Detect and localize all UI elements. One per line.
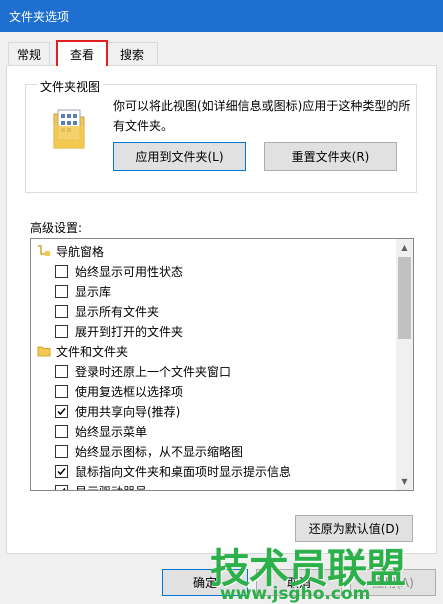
settings-option[interactable]: 使用复选框以选择项 (31, 381, 397, 401)
settings-row-label: 导航窗格 (56, 244, 105, 259)
settings-row-label: 始终显示可用性状态 (75, 264, 184, 279)
settings-category: 导航窗格 (31, 241, 397, 261)
apply-button[interactable]: 应用(A) (350, 569, 436, 596)
cancel-button[interactable]: 取消 (256, 569, 342, 596)
settings-row-label: 使用共享向导(推荐) (75, 404, 181, 419)
settings-option[interactable]: 展开到打开的文件夹 (31, 321, 397, 341)
settings-category: 文件和文件夹 (31, 341, 397, 361)
checkbox[interactable] (55, 384, 68, 398)
settings-option[interactable]: 显示所有文件夹 (31, 301, 397, 321)
settings-option[interactable]: 登录时还原上一个文件夹窗口 (31, 361, 397, 381)
checkbox[interactable] (55, 484, 68, 490)
apply-to-folders-button[interactable]: 应用到文件夹(L) (113, 142, 246, 171)
checkmark-icon (57, 407, 66, 415)
settings-row-label: 始终显示菜单 (75, 424, 148, 439)
settings-option[interactable]: 鼠标指向文件夹和桌面项时显示提示信息 (31, 461, 397, 481)
tab-strip: 常规 查看 搜索 (0, 40, 443, 66)
tab-general[interactable]: 常规 (8, 42, 50, 65)
settings-row-label: 显示驱动器号 (75, 483, 147, 491)
checkbox[interactable] (55, 464, 68, 478)
advanced-settings-list: 导航窗格始终显示可用性状态 显示库显示所有文件夹展开到打开的文件夹文件和文件夹登录… (31, 239, 397, 490)
checkmark-icon (62, 487, 66, 490)
checkbox[interactable] (55, 424, 68, 438)
settings-row-label: 文件和文件夹 (56, 344, 129, 359)
settings-option[interactable]: 始终显示可用性状态 (31, 261, 397, 281)
restore-defaults-button[interactable]: 还原为默认值(D) (295, 515, 413, 542)
checkbox[interactable] (55, 404, 68, 418)
settings-row-label: 显示所有文件夹 (75, 304, 160, 319)
navigation-pane-icon (38, 245, 50, 256)
settings-row-label: 显示库 (75, 284, 112, 299)
settings-row-label: 鼠标指向文件夹和桌面项时显示提示信息 (75, 464, 292, 479)
folder-options-dialog: 文件夹选项 常规 查看 搜索 文件夹视图 你可以将此视图(如详细信息或图标)应用… (0, 0, 443, 604)
checkmark-icon (57, 467, 66, 475)
vertical-scrollbar[interactable]: ▲ ▼ (396, 239, 413, 490)
ok-button[interactable]: 确定 (162, 569, 248, 596)
settings-row-label: 展开到打开的文件夹 (75, 324, 184, 339)
checkbox[interactable] (55, 304, 68, 318)
tab-label: 搜索 (119, 47, 144, 62)
folder-views-description: 你可以将此视图(如详细信息或图标)应用于这种类型的所有文件夹。 (113, 99, 411, 133)
checkbox[interactable] (55, 264, 68, 278)
settings-row-label: 登录时还原上一个文件夹窗口 (75, 364, 232, 379)
settings-option[interactable]: 显示驱动器号 (31, 481, 397, 490)
settings-option[interactable]: 使用共享向导(推荐) (31, 401, 397, 421)
folder-view-icon (53, 109, 85, 149)
scrollbar-thumb[interactable] (398, 257, 411, 339)
folder-views-legend: 文件夹视图 (37, 78, 104, 95)
folder-icon (37, 346, 51, 357)
window-title: 文件夹选项 (9, 10, 70, 24)
scroll-up-arrow-icon[interactable]: ▲ (396, 239, 413, 256)
checkbox[interactable] (55, 364, 68, 378)
advanced-settings-label: 高级设置: (30, 221, 83, 235)
checkbox[interactable] (55, 444, 68, 458)
tab-view[interactable]: 查看 (56, 40, 108, 66)
tab-label: 常规 (16, 47, 41, 62)
advanced-settings-tree[interactable]: 导航窗格始终显示可用性状态 显示库显示所有文件夹展开到打开的文件夹文件和文件夹登录… (30, 238, 414, 491)
checkbox[interactable] (55, 284, 68, 298)
checkbox[interactable] (55, 324, 68, 338)
reset-folders-button[interactable]: 重置文件夹(R) (264, 142, 397, 171)
scroll-down-arrow-icon[interactable]: ▼ (396, 473, 413, 490)
title-bar[interactable]: 文件夹选项 (0, 0, 443, 32)
settings-option[interactable]: 始终显示菜单 (31, 421, 397, 441)
settings-row-label: 使用复选框以选择项 (75, 384, 184, 399)
settings-option[interactable]: 始终显示图标，从不显示缩略图 (31, 441, 397, 461)
tab-label: 查看 (69, 47, 94, 62)
tab-search[interactable]: 搜索 (106, 42, 158, 65)
settings-row-label: 始终显示图标，从不显示缩略图 (75, 444, 244, 459)
settings-option[interactable]: 显示库 (31, 281, 397, 301)
